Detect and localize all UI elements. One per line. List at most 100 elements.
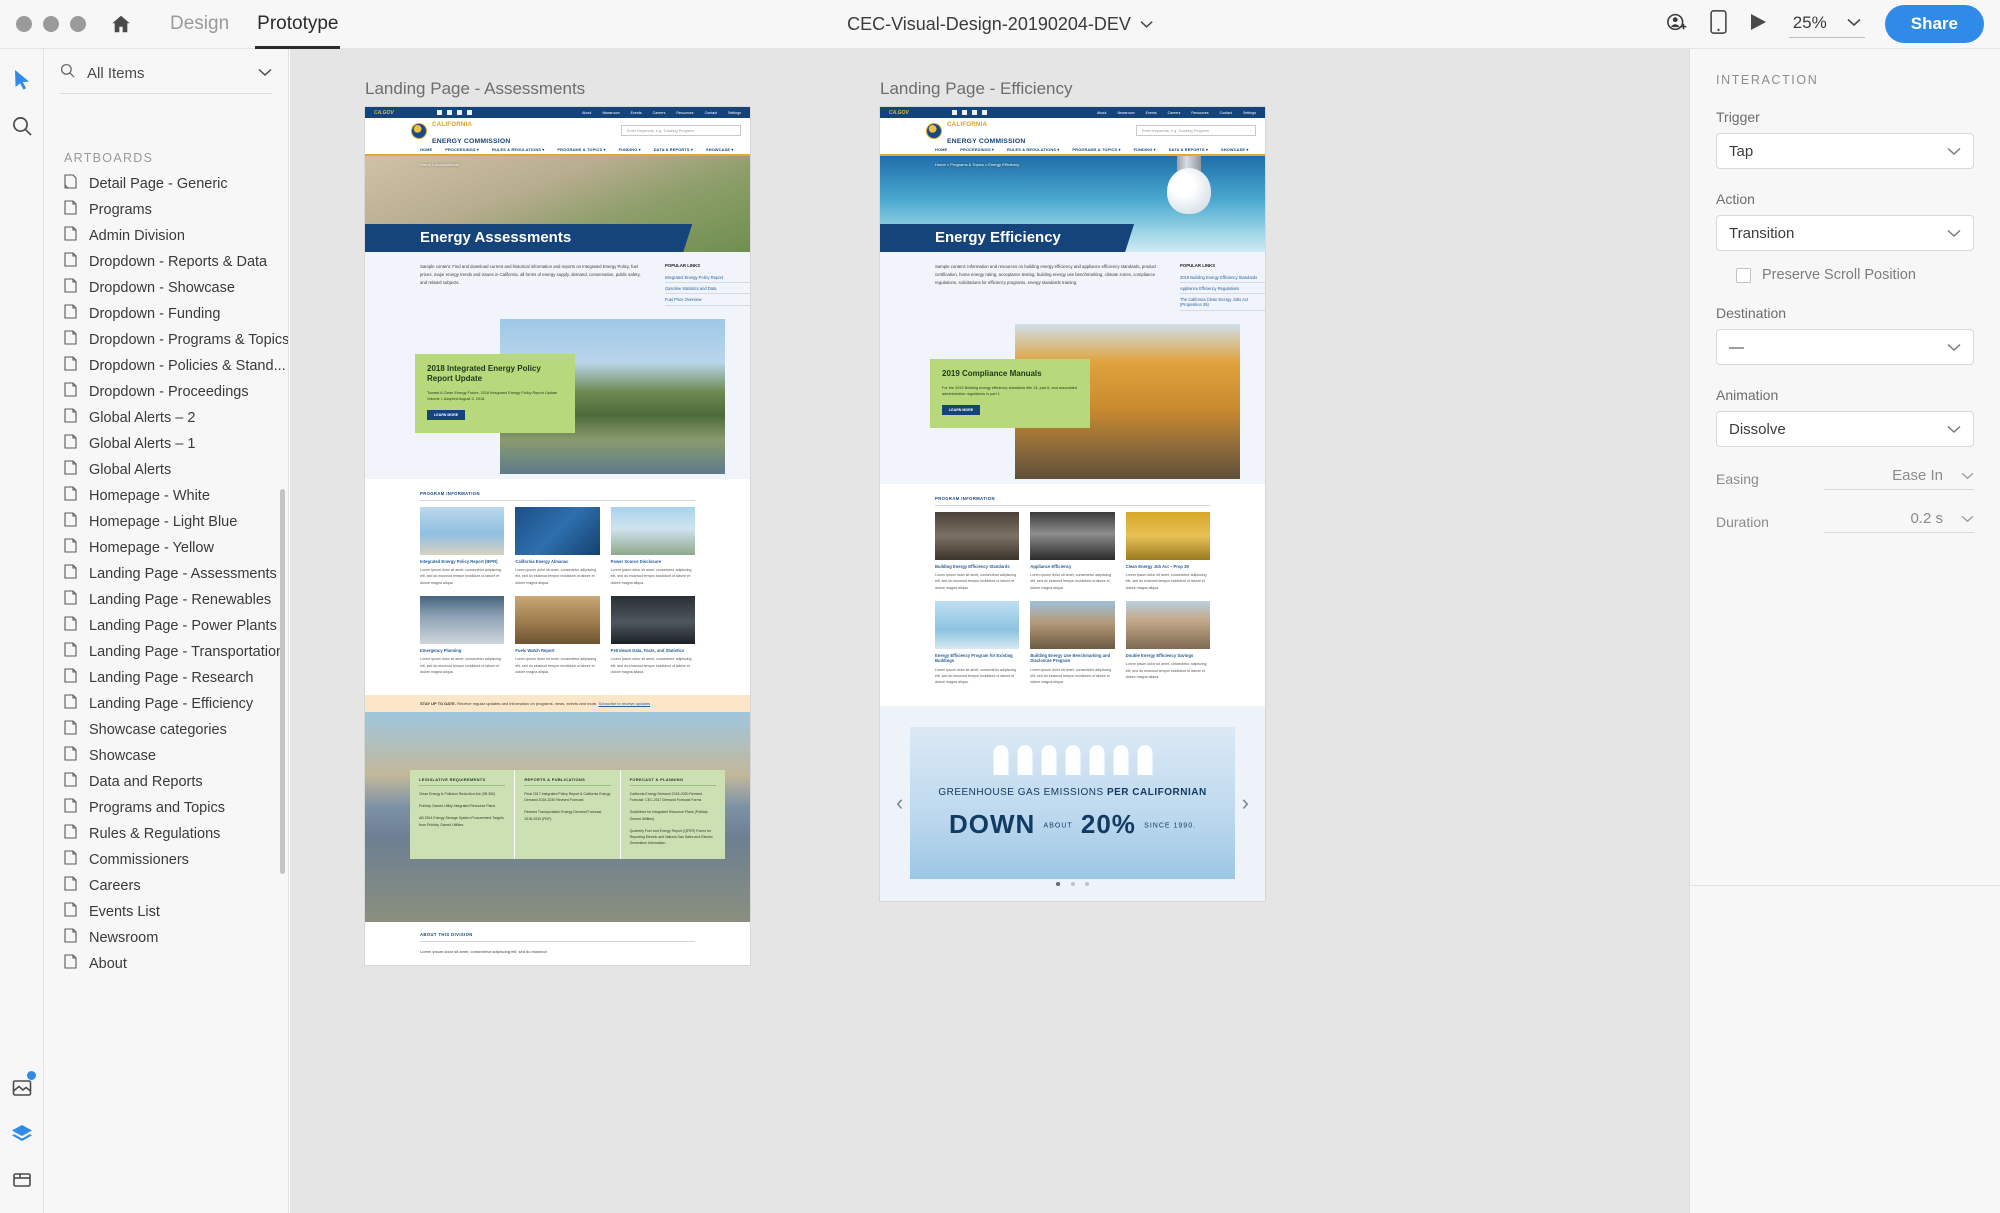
site-utility-nav-item[interactable]: Contact xyxy=(705,111,717,115)
artboard-list-item[interactable]: Homepage - Light Blue xyxy=(44,509,288,535)
feature-learn-more-button[interactable]: LEARN MORE xyxy=(942,405,981,416)
program-card-title[interactable]: Double Energy Efficiency Savings xyxy=(1126,653,1210,658)
site-utility-nav-item[interactable]: Settings xyxy=(1243,111,1256,115)
bottom-band-column-item[interactable]: Final 2017 Integrated Policy Report & Ca… xyxy=(524,791,610,803)
layers-panel-scrollbar[interactable] xyxy=(280,489,285,874)
site-utility-nav-item[interactable]: Newsroom xyxy=(602,111,619,115)
bottom-band-column-item[interactable]: AB 2514 Energy Storage System Procuremen… xyxy=(419,815,505,827)
artboard-efficiency-wrapper[interactable]: Landing Page - Efficiency CA.GOV About Ne… xyxy=(880,79,1265,901)
libraries-icon[interactable] xyxy=(0,1157,44,1203)
artboard-list-item[interactable]: Landing Page - Research xyxy=(44,665,288,691)
artboard-list[interactable]: ARTBOARDS Detail Page - Generic Programs A… xyxy=(44,135,288,1213)
program-card[interactable]: Building Energy Use Benchmarking and Dis… xyxy=(1030,600,1115,686)
artboard-list-item[interactable]: Programs xyxy=(44,197,288,223)
popular-links-list[interactable]: 2019 Building Energy Efficiency Standard… xyxy=(1180,272,1265,311)
program-card[interactable]: Clean Energy Job Act – Prop 39 Lorem ipsu… xyxy=(1125,511,1210,591)
program-card-row-1[interactable]: Integrated Energy Policy Report (IEPR) Lo… xyxy=(420,506,695,586)
artboard-list-item[interactable]: Dropdown - Funding xyxy=(44,301,288,327)
program-card-title[interactable]: Energy Efficiency Program for Existing B… xyxy=(935,653,1019,664)
site-utility-nav-item[interactable]: Settings xyxy=(728,111,741,115)
site-utility-nav-item[interactable]: Events xyxy=(631,111,642,115)
artboard-list-item[interactable]: Homepage - White xyxy=(44,483,288,509)
popular-link[interactable]: Appliance Efficiency Regulations xyxy=(1180,283,1265,295)
program-card-row-2[interactable]: Energy Efficiency Program for Existing B… xyxy=(935,600,1210,686)
site-main-nav-item[interactable]: PROGRAMS & TOPICS ▾ xyxy=(1072,147,1120,152)
site-search-input[interactable]: Enter Keywords, e.g. Tracking Progress xyxy=(621,125,741,136)
artboard-list-item[interactable]: Landing Page - Transportation xyxy=(44,639,288,665)
popular-link[interactable]: 2019 Building Energy Efficiency Standard… xyxy=(1180,272,1265,284)
artboard-list-item[interactable]: Careers xyxy=(44,873,288,899)
site-search-input[interactable]: Enter Keywords, e.g. Tracking Progress xyxy=(1136,125,1256,136)
program-card-title[interactable]: Clean Energy Job Act – Prop 39 xyxy=(1126,564,1210,569)
artboard-list-item[interactable]: Programs and Topics xyxy=(44,795,288,821)
carousel-dot[interactable] xyxy=(1070,881,1075,886)
action-select[interactable]: Transition xyxy=(1716,215,1974,251)
program-card-row-1[interactable]: Building Energy Efficiency Standards Lore… xyxy=(935,511,1210,591)
artboard-list-item[interactable]: Dropdown - Showcase xyxy=(44,275,288,301)
site-utility-nav-item[interactable]: Careers xyxy=(1168,111,1181,115)
easing-select[interactable]: Ease In xyxy=(1824,467,1974,490)
program-card-title[interactable]: Fuels Watch Report xyxy=(515,648,599,653)
program-card-title[interactable]: Integrated Energy Policy Report (IEPR) xyxy=(420,559,504,564)
artboard-list-item[interactable]: Detail Page - Generic xyxy=(44,171,288,197)
program-card-title[interactable]: Building Energy Efficiency Standards xyxy=(935,564,1019,569)
popular-links-list[interactable]: Integrated Energy Policy Report Gasoline … xyxy=(665,272,750,306)
bottom-band-column-item[interactable]: Revised Transportation Energy Demand For… xyxy=(524,809,610,821)
program-card[interactable]: California Energy Almanac Lorem ipsum dol… xyxy=(515,506,600,586)
site-utility-nav-item[interactable]: Newsroom xyxy=(1117,111,1134,115)
program-card[interactable]: Energy Efficiency Program for Existing B… xyxy=(935,600,1020,686)
home-icon[interactable] xyxy=(108,11,134,37)
site-utility-nav[interactable]: About Newsroom Events Careers Resources Conta… xyxy=(1097,111,1256,115)
program-card[interactable]: Building Energy Efficiency Standards Lore… xyxy=(935,511,1020,591)
feature-learn-more-button[interactable]: LEARN MORE xyxy=(427,410,466,421)
site-main-nav[interactable]: HOME PROCEEDINGS ▾ RULES & REGULATIONS ▾ PR… xyxy=(365,144,750,156)
program-card-title[interactable]: Building Energy Use Benchmarking and Dis… xyxy=(1030,653,1114,664)
site-main-nav-item[interactable]: DATA & REPORTS ▾ xyxy=(654,147,693,152)
site-utility-nav-item[interactable]: Events xyxy=(1146,111,1157,115)
document-title-menu[interactable]: CEC-Visual-Design-20190204-DEV xyxy=(847,14,1153,35)
bottom-band-column-item[interactable]: Guidelines for Integrated Resource Plans… xyxy=(630,809,716,821)
carousel-dot[interactable] xyxy=(1084,881,1089,886)
popular-link[interactable]: Fuel Price Overview xyxy=(665,294,750,306)
site-utility-nav-item[interactable]: Resources xyxy=(1191,111,1208,115)
site-main-nav-item[interactable]: SHOWCASE ▾ xyxy=(1221,147,1248,152)
program-card-title[interactable]: Appliance Efficiency xyxy=(1030,564,1114,569)
popular-link[interactable]: Gasoline Statistics and Data xyxy=(665,283,750,295)
site-breadcrumb[interactable]: Home > Assessments xyxy=(420,162,459,167)
mobile-device-icon[interactable] xyxy=(1710,9,1727,39)
site-utility-nav[interactable]: About Newsroom Events Careers Resources Conta… xyxy=(582,111,741,115)
carousel-dot[interactable] xyxy=(1056,881,1061,886)
design-canvas[interactable]: Landing Page - Assessments CA.GOV About N… xyxy=(290,49,1689,1213)
artboard-list-item[interactable]: Global Alerts xyxy=(44,457,288,483)
program-card[interactable]: Fuels Watch Report Lorem ipsum dolor sit … xyxy=(515,595,600,675)
bottom-band-column-item[interactable]: Clean Energy & Pollution Reduction Act (… xyxy=(419,791,505,797)
popular-link[interactable]: Integrated Energy Policy Report xyxy=(665,272,750,284)
program-card-title[interactable]: Emergency Planning xyxy=(420,648,504,653)
close-window-button[interactable] xyxy=(16,16,32,32)
animation-select[interactable]: Dissolve xyxy=(1716,411,1974,447)
artboard-list-item[interactable]: Landing Page - Power Plants xyxy=(44,613,288,639)
destination-select[interactable]: — xyxy=(1716,329,1974,365)
artboard-list-item[interactable]: Landing Page - Assessments xyxy=(44,561,288,587)
site-utility-nav-item[interactable]: About xyxy=(582,111,591,115)
artboard-list-item[interactable]: Homepage - Yellow xyxy=(44,535,288,561)
program-card[interactable]: Emergency Planning Lorem ipsum dolor sit … xyxy=(420,595,505,675)
assets-icon[interactable] xyxy=(0,1065,44,1111)
mode-tabs[interactable]: Design Prototype xyxy=(156,0,352,49)
site-main-nav-item[interactable]: FUNDING ▾ xyxy=(619,147,641,152)
artboard-landing-page-assessments[interactable]: CA.GOV About Newsroom Events Careers Resourc… xyxy=(365,107,750,966)
artboard-list-item[interactable]: Admin Division xyxy=(44,223,288,249)
chevron-right-icon[interactable]: › xyxy=(1242,790,1249,816)
site-carousel[interactable]: ‹ GREENHOUSE GAS EMISSIONS PER CALIFORNI… xyxy=(880,705,1265,901)
site-main-nav-item[interactable]: HOME xyxy=(420,147,432,152)
program-card[interactable]: Power Source Disclosure Lorem ipsum dolor… xyxy=(610,506,695,586)
artboard-assessments-wrapper[interactable]: Landing Page - Assessments CA.GOV About N… xyxy=(365,79,750,966)
artboard-landing-page-efficiency[interactable]: CA.GOV About Newsroom Events Careers Resourc… xyxy=(880,107,1265,901)
artboard-list-item[interactable]: Dropdown - Policies & Stand... xyxy=(44,353,288,379)
artboard-list-item[interactable]: Dropdown - Reports & Data xyxy=(44,249,288,275)
site-utility-nav-item[interactable]: About xyxy=(1097,111,1106,115)
artboard-list-item[interactable]: Showcase categories xyxy=(44,717,288,743)
zoom-tool[interactable] xyxy=(0,103,44,149)
checkbox-box[interactable] xyxy=(1736,267,1751,283)
play-desktop-preview-icon[interactable] xyxy=(1747,11,1769,38)
